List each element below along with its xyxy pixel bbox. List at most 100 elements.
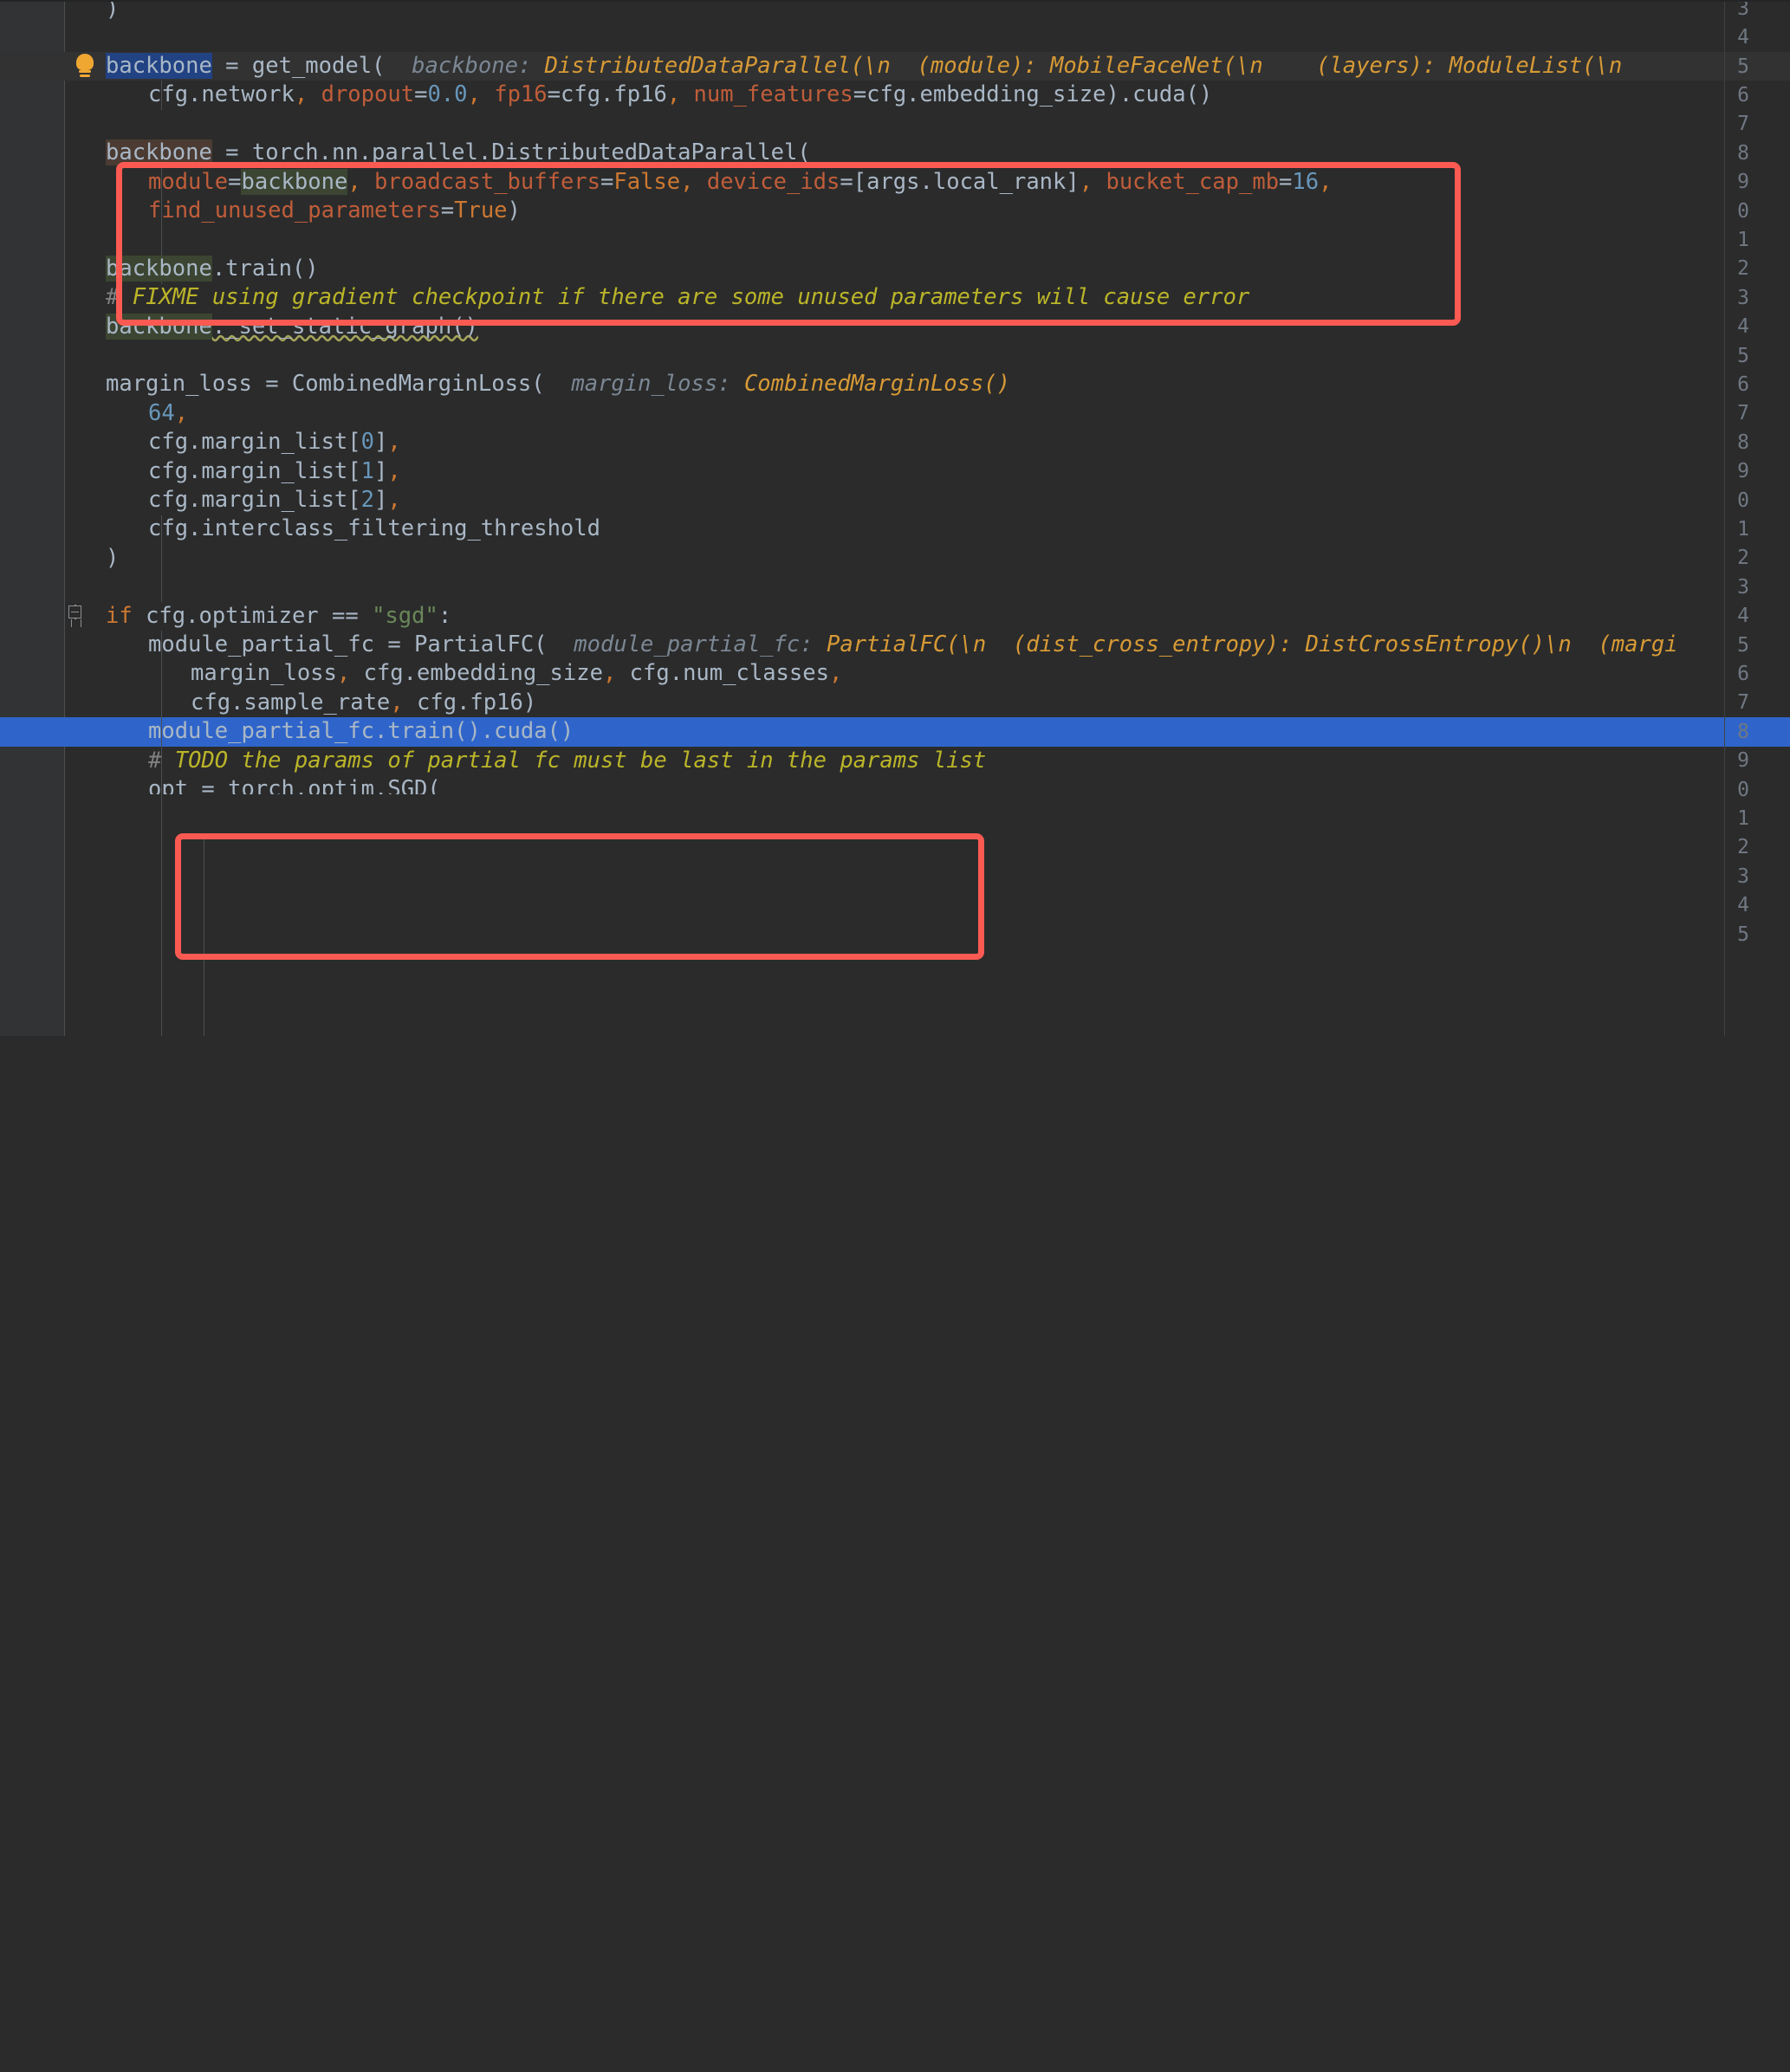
code-token-keyword: False [613, 168, 681, 195]
code-token-kwarg: find_unused_parameters [148, 197, 441, 223]
code-token-comma: , [828, 660, 843, 687]
scroll-shadow [0, 0, 1790, 2]
code-token-comma: , [390, 689, 404, 715]
inlay-hint-param: module_partial_fc: [574, 631, 814, 657]
code-line[interactable]: cfg.margin_list[1], [106, 457, 1790, 486]
code-token: ) [106, 544, 120, 571]
code-token-number: 0 [360, 429, 374, 456]
code-token-comma: , [602, 660, 617, 687]
code-line[interactable]: backbone._set_static_graph() [106, 313, 1790, 341]
code-token: = torch.nn.parallel.DistributedDataParal… [211, 139, 811, 166]
code-line[interactable]: backbone = torch.nn.parallel.Distributed… [106, 139, 1790, 167]
code-line[interactable]: 64, [106, 399, 1790, 428]
code-line-selected[interactable]: module_partial_fc.train().cuda() [106, 717, 1790, 746]
code-token: = [211, 53, 252, 79]
code-token: margin_loss [191, 660, 337, 687]
code-token-keyword: True [454, 197, 508, 223]
comment-hash: # [148, 747, 175, 774]
code-token-comma: , [174, 399, 189, 426]
code-line[interactable]: cfg.margin_list[2], [106, 486, 1790, 515]
selected-line-gutter [0, 717, 106, 747]
code-token-identifier: backbone [106, 255, 212, 282]
code-token: module_partial_fc = PartialFC( [148, 631, 548, 657]
code-token: ) [507, 197, 521, 223]
code-line[interactable]: margin_loss, cfg.embedding_size, cfg.num… [106, 659, 1790, 688]
code-token: cfg.interclass_filtering_threshold [148, 515, 600, 542]
code-line[interactable]: # TODO the params of partial fc must be … [106, 747, 1790, 775]
gutter-divider [64, 0, 65, 1036]
code-token-comma: , [294, 81, 308, 108]
code-line[interactable]: module=backbone, broadcast_buffers=False… [106, 168, 1790, 197]
inlay-hint-space [548, 631, 574, 657]
code-line[interactable]: margin_loss = CombinedMarginLoss( margin… [106, 370, 1790, 398]
code-token-call: get_model( [251, 53, 386, 79]
code-line[interactable]: ) [106, 544, 1790, 573]
inlay-hint-name [385, 53, 412, 79]
code-token: : [438, 602, 452, 629]
code-line[interactable]: module_partial_fc = PartialFC( module_pa… [106, 631, 1790, 659]
code-token-kwarg: broadcast_buffers [360, 168, 601, 195]
comment-text: FIXME using gradient checkpoint if there… [132, 284, 1250, 311]
intention-bulb-icon[interactable] [72, 54, 98, 80]
code-token: margin_loss = CombinedMarginLoss( [106, 371, 545, 398]
inlay-hint-value: PartialFC(\n (dist_cross_entropy): DistC… [827, 631, 1678, 657]
code-token-kwarg: dropout [308, 81, 415, 108]
code-line[interactable]: cfg.sample_rate, cfg.fp16) [106, 689, 1790, 717]
code-line[interactable]: find_unused_parameters=True) [106, 197, 1790, 225]
code-token: = [440, 197, 455, 223]
code-token-identifier: backbone [106, 139, 212, 166]
code-token: cfg.fp16) [403, 689, 537, 715]
code-token: = [547, 81, 561, 108]
code-token: = [228, 168, 242, 195]
code-token: cfg.sample_rate [191, 689, 391, 715]
comment-hash: # [106, 284, 133, 311]
code-token: cfg.optimizer == [132, 602, 373, 629]
code-token-kwarg: num_features [680, 81, 853, 108]
code-token-string: "sgd" [372, 602, 438, 629]
code-token-keyword: if [106, 602, 133, 629]
code-line[interactable]: ) [106, 0, 1790, 23]
code-token-number: 2 [360, 487, 374, 513]
inlay-hint-space2 [814, 631, 827, 657]
code-line[interactable]: backbone.train() [106, 255, 1790, 283]
inlay-hint-value: CombinedMarginLoss() [743, 371, 1010, 398]
code-token: cfg.network [148, 81, 295, 108]
code-token: = [840, 168, 853, 195]
code-token: cfg.fp16 [560, 81, 667, 108]
code-area[interactable]: ) backbone = get_model( backbone: Distri… [106, 0, 1790, 1036]
code-editor[interactable]: 3 4 5 6 7 8 9 0 1 2 3 4 5 6 7 8 9 0 1 2 … [0, 0, 1790, 1036]
code-token: module_partial_fc.train().cuda() [148, 718, 574, 745]
code-token: = [1279, 168, 1293, 195]
code-token-kwarg: bucket_cap_mb [1093, 168, 1280, 195]
code-line[interactable]: # FIXME using gradient checkpoint if the… [106, 283, 1790, 312]
inlay-hint-space [545, 371, 572, 397]
comment-text: TODO the params of partial fc must be la… [174, 747, 987, 774]
code-line[interactable]: backbone = get_model( backbone: Distribu… [106, 52, 1790, 81]
code-line[interactable]: if cfg.optimizer == "sgd": [106, 602, 1790, 631]
code-line[interactable]: cfg.network, dropout=0.0, fp16=cfg.fp16,… [106, 81, 1790, 109]
code-line[interactable]: cfg.interclass_filtering_threshold [106, 515, 1790, 543]
code-token-identifier: backbone [241, 168, 348, 195]
code-token-comma: , [387, 487, 401, 513]
code-token: ] [374, 487, 388, 513]
code-token: [args.local_rank] [853, 168, 1080, 195]
code-fold-icon[interactable] [68, 605, 82, 627]
inlay-hint-value [531, 53, 544, 79]
inlay-hint-type: DistributedDataParallel(\n (module): Mob… [544, 53, 1623, 79]
code-token: = [853, 81, 867, 108]
code-token: cfg.embedding_size).cuda() [866, 81, 1213, 108]
code-line[interactable]: opt = torch.optim.SGD( [106, 775, 1790, 794]
code-token: = [600, 168, 614, 195]
code-token-unresolved: ._set_static_graph() [211, 313, 478, 340]
code-line[interactable]: cfg.margin_list[0], [106, 428, 1790, 456]
code-token-comma: , [467, 81, 481, 108]
code-token: cfg.embedding_size [350, 660, 603, 687]
code-token-comma: , [387, 457, 401, 484]
code-token: cfg.margin_list[ [148, 487, 361, 513]
code-token-comma: , [387, 429, 401, 456]
editor-gutter[interactable] [0, 0, 65, 1036]
code-token-identifier: backbone [106, 313, 212, 340]
code-token-number: 0.0 [427, 81, 468, 108]
code-token: = [414, 81, 428, 108]
editor-gutter-icons[interactable] [65, 0, 106, 1036]
